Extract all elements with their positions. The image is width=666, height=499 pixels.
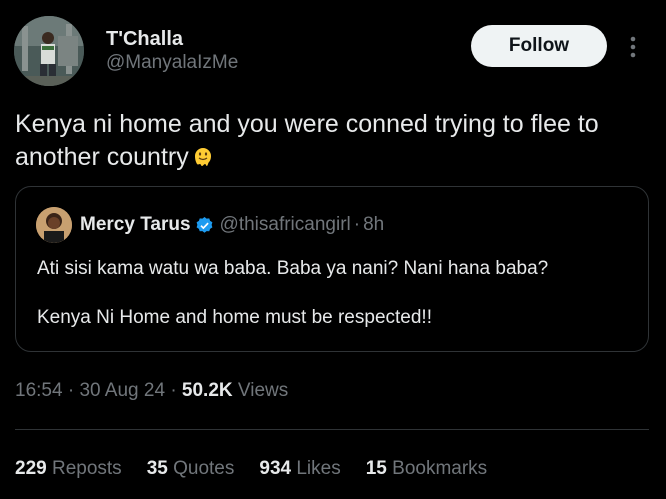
author-info[interactable]: T'Challa @ManyalaIzMe (106, 28, 238, 74)
views-count: 50.2K (181, 380, 233, 401)
bookmarks-stat[interactable]: 15 Bookmarks (366, 458, 487, 480)
quotes-count: 35 (146, 458, 168, 479)
quote-header: Mercy Tarus @thisafricangirl · 8h (80, 214, 384, 236)
reposts-label: Reposts (51, 458, 122, 479)
quote-paragraph: Kenya Ni Home and home must be respected… (37, 307, 432, 328)
tweet-date[interactable]: 30 Aug 24 (79, 380, 165, 401)
tweet-text: Kenya ni home and you were conned trying… (15, 108, 645, 174)
quote-author-handle[interactable]: @thisafricangirl (220, 214, 351, 236)
melting-face-emoji-icon (191, 144, 215, 168)
follow-button[interactable]: Follow (471, 25, 607, 67)
likes-count: 934 (259, 458, 292, 479)
meta-separator: · (170, 380, 177, 401)
quote-paragraph: Ati sisi kama watu wa baba. Baba ya nani… (37, 258, 549, 279)
quote-time[interactable]: 8h (363, 214, 384, 236)
bookmarks-label: Bookmarks (392, 458, 488, 479)
quote-separator: · (353, 214, 361, 235)
more-options-icon[interactable] (626, 34, 640, 60)
reposts-count: 229 (15, 458, 47, 479)
quote-text: Ati sisi kama watu wa baba. Baba ya nani… (37, 257, 637, 355)
meta-separator: · (67, 380, 75, 401)
quote-author-avatar[interactable] (36, 207, 72, 243)
tweet-body: Kenya ni home and you were conned trying… (15, 110, 599, 171)
quote-author-name[interactable]: Mercy Tarus (80, 214, 191, 236)
tweet-time[interactable]: 16:54 (15, 380, 63, 401)
author-handle[interactable]: @ManyalaIzMe (106, 52, 238, 74)
tweet-meta: 16:54 · 30 Aug 24 · 50.2K Views (15, 380, 288, 402)
likes-stat[interactable]: 934 Likes (259, 458, 340, 480)
quotes-stat[interactable]: 35 Quotes (147, 458, 235, 480)
engagement-stats: 229 Reposts 35 Quotes 934 Likes 15 Bookm… (15, 458, 512, 480)
bookmarks-count: 15 (365, 458, 387, 479)
views-label: Views (237, 380, 289, 401)
author-avatar[interactable] (14, 16, 84, 86)
likes-label: Likes (296, 458, 341, 479)
divider (15, 429, 649, 430)
quoted-tweet-card[interactable]: Mercy Tarus @thisafricangirl · 8h Ati si… (15, 186, 649, 352)
reposts-stat[interactable]: 229 Reposts (15, 458, 122, 480)
verified-badge-icon (195, 216, 214, 235)
quotes-label: Quotes (173, 458, 235, 479)
author-name[interactable]: T'Challa (106, 28, 238, 50)
